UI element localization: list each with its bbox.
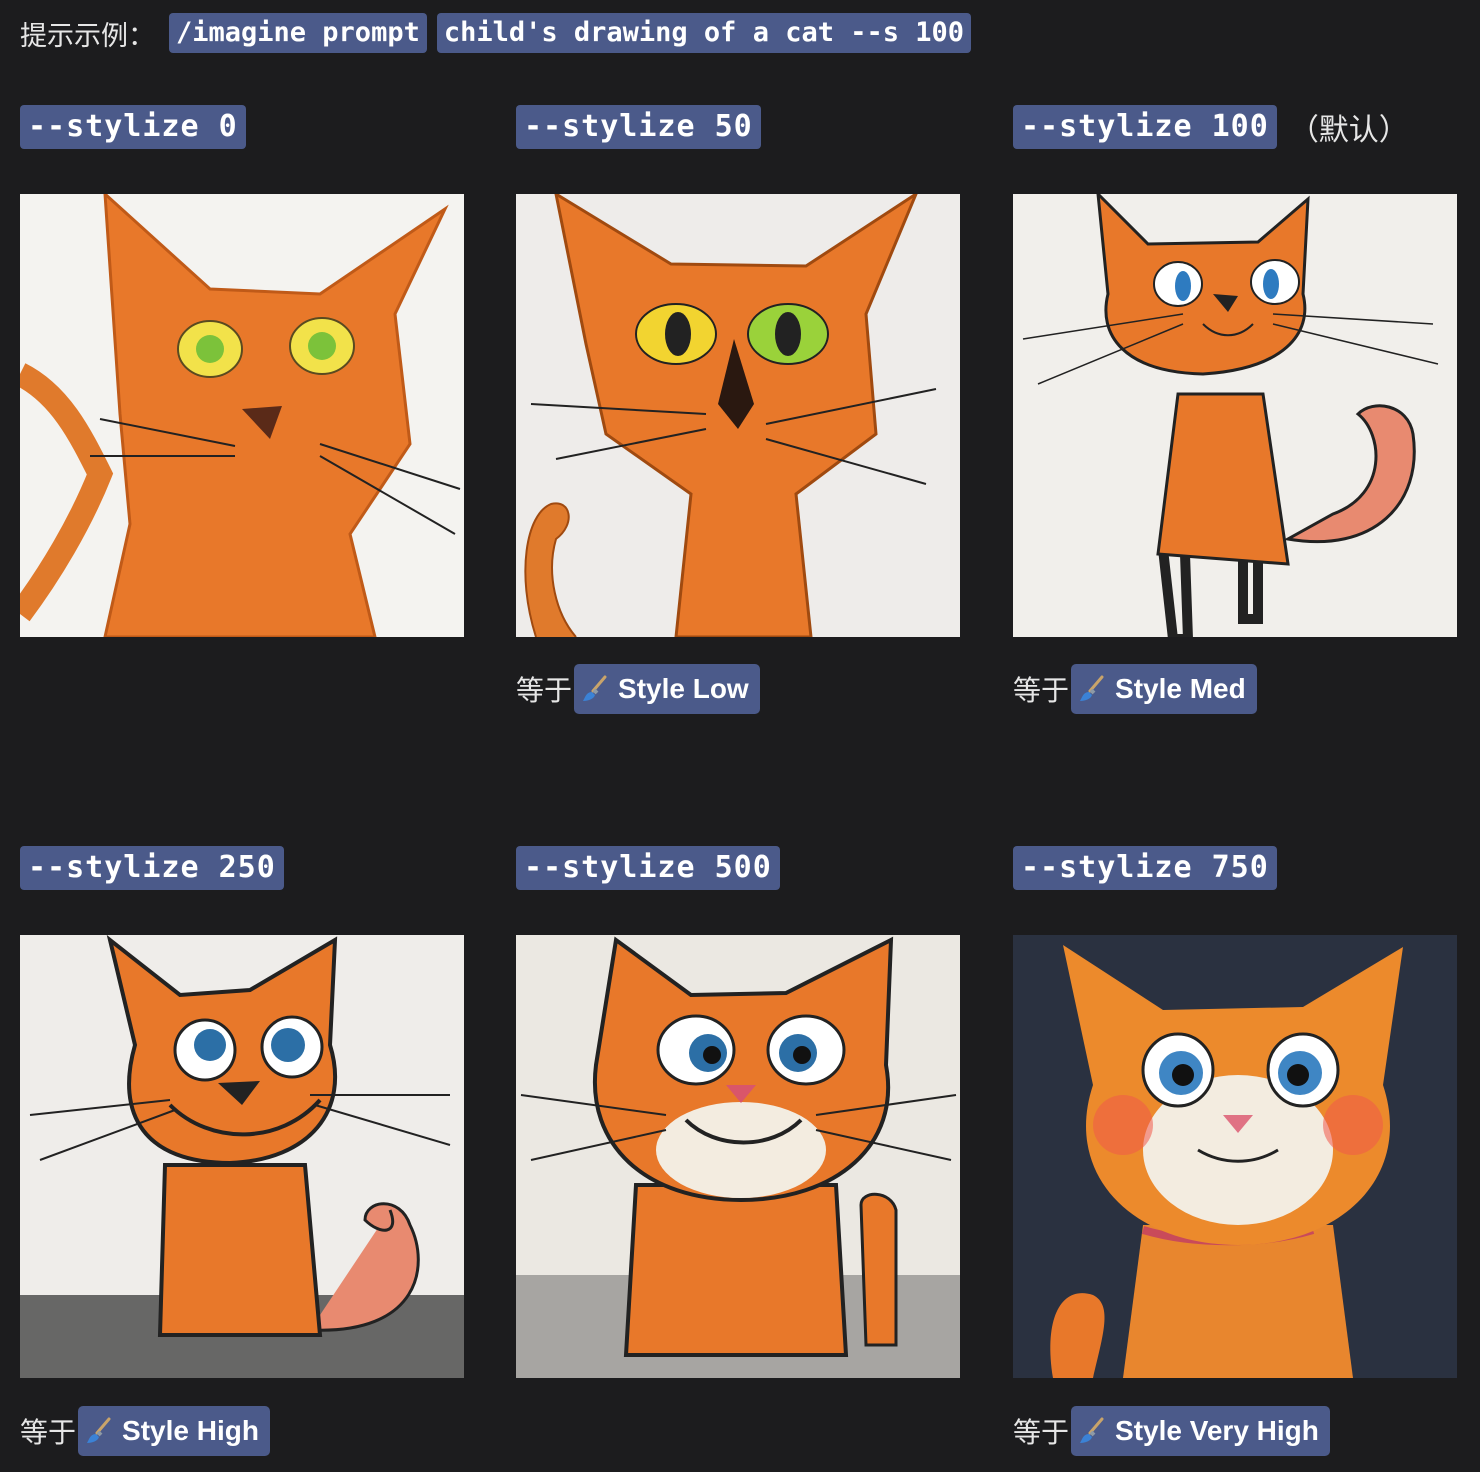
stylize-param: --stylize 250 [20,846,284,890]
stylize-750-cell: --stylize 750 等于 Style Very High [1013,845,1458,1456]
badge-label: Style Low [618,673,749,704]
cat-drawing-image [20,194,464,637]
badge-label: Style Very High [1115,1415,1319,1446]
style-high-badge[interactable]: Style High [78,1406,270,1456]
style-equivalent: 等于 Style Med [1013,664,1257,714]
stylize-500-cell: --stylize 500 [516,845,961,1378]
paintbrush-icon [1080,1417,1104,1443]
cat-drawing-image [1013,194,1457,637]
style-very-high-badge[interactable]: Style Very High [1071,1406,1330,1456]
stylize-param: --stylize 0 [20,105,246,149]
stylize-250-cell: --stylize 250 等于 Style High [20,845,465,1456]
stylize-param: --stylize 500 [516,846,780,890]
cat-drawing-image [516,935,960,1378]
style-equivalent: 等于 Style Low [516,664,760,714]
style-med-badge[interactable]: Style Med [1071,664,1257,714]
cat-drawing-image [1013,935,1457,1378]
style-low-badge[interactable]: Style Low [574,664,760,714]
prompt-command: /imagine prompt [169,13,427,53]
equals-label: 等于 [1013,674,1070,707]
style-equivalent: 等于 Style High [20,1406,270,1456]
prompt-label: 提示示例： [20,20,155,52]
stylize-50-cell: --stylize 50 等于 Style Low [516,104,961,714]
paintbrush-icon [583,675,607,701]
stylize-param: --stylize 100 [1013,105,1277,149]
cat-drawing-image [516,194,960,637]
cat-drawing-image [20,935,464,1378]
equals-label: 等于 [516,674,573,707]
equals-label: 等于 [20,1416,77,1449]
badge-label: Style High [122,1415,259,1446]
stylize-100-cell: --stylize 100 （默认） 等于 Style Med [1013,104,1458,714]
badge-label: Style Med [1115,673,1246,704]
equals-label: 等于 [1013,1416,1070,1449]
stylize-param: --stylize 50 [516,105,761,149]
stylize-param: --stylize 750 [1013,846,1277,890]
default-note: （默认） [1288,113,1409,148]
style-equivalent: 等于 Style Very High [1013,1406,1330,1456]
paintbrush-icon [87,1417,111,1443]
stylize-0-cell: --stylize 0 [20,104,465,637]
prompt-example: 提示示例： /imagine prompt child's drawing of… [20,12,972,54]
prompt-text: child's drawing of a cat --s 100 [436,13,972,53]
paintbrush-icon [1080,675,1104,701]
